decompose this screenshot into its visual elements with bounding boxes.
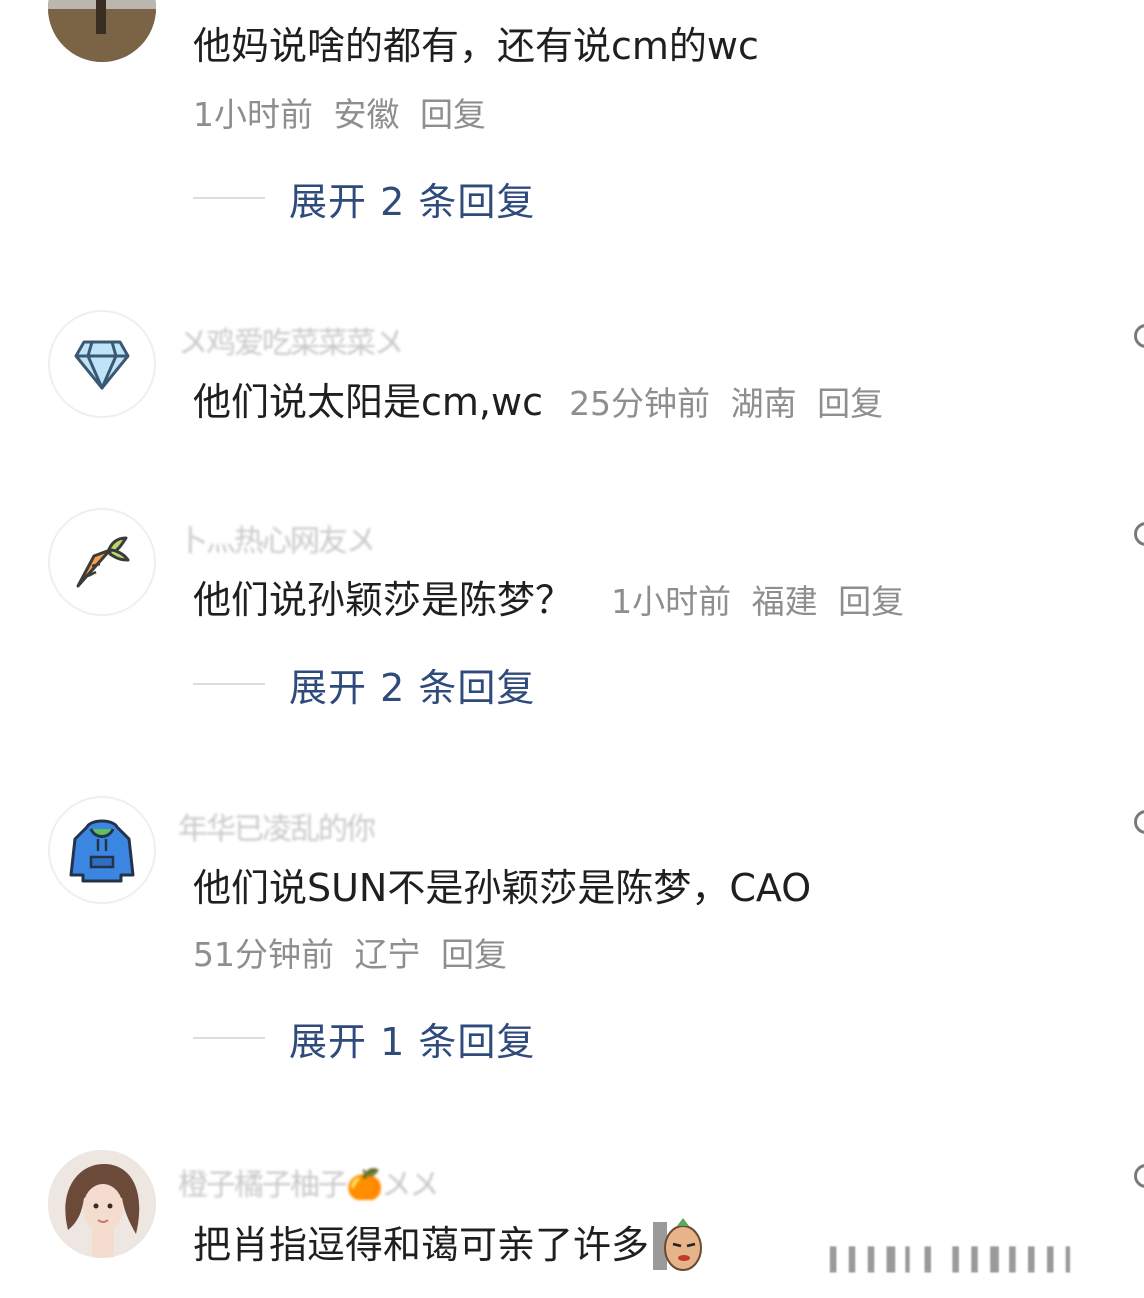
reply-button[interactable]: 回复 (441, 935, 507, 974)
comment-time: 1小时前 (611, 582, 732, 621)
comment-region: 湖南 (730, 384, 797, 423)
comment-time: 25分钟前 (569, 384, 711, 423)
comment-text-row: 他们说太阳是cm,wc 25分钟前 湖南 回复 (193, 378, 893, 428)
divider (193, 1037, 265, 1039)
potato-sticker-icon (653, 1218, 703, 1271)
comment-text-row: 他们说孙颖莎是陈梦？ 1小时前 福建 回复 (193, 576, 914, 626)
comment-meta: 25分钟前 湖南 回复 (569, 384, 893, 423)
like-icon[interactable] (1134, 522, 1144, 546)
comment-text: 他们说太阳是cm,wc (193, 380, 543, 424)
expand-replies[interactable]: 展开 2 条回复 (193, 660, 535, 710)
comment-region: 安徽 (333, 95, 400, 134)
like-icon[interactable] (1134, 810, 1144, 834)
expand-replies-label[interactable]: 展开 2 条回复 (289, 171, 535, 226)
comment-time: 1小时前 (193, 95, 313, 134)
comment-text-row: 把肖指逗得和蔼可亲了许多 (193, 1218, 705, 1272)
watermark: ▍▍▍▌▎▍ ▍▍▌▍▍▍▎ (830, 1248, 1085, 1273)
diamond-icon (74, 340, 130, 390)
divider (193, 683, 265, 685)
hoodie-icon (69, 819, 135, 883)
reply-button[interactable]: 回复 (420, 95, 486, 134)
username[interactable]: 橙子橘子柚子🍊〤〤 (178, 1160, 448, 1200)
username[interactable]: 年华已凌乱的你 (178, 804, 448, 844)
comment-text: 他们说孙颖莎是陈梦？ (193, 578, 574, 622)
expand-replies[interactable]: 展开 2 条回复 (193, 174, 535, 224)
avatar[interactable] (48, 796, 156, 904)
comment-time: 51分钟前 (193, 935, 334, 974)
girl-avatar (48, 1150, 156, 1258)
comment-text: 他们说SUN不是孙颖莎是陈梦，CAO (193, 866, 812, 910)
like-icon[interactable] (1134, 324, 1144, 348)
comment-text: 他妈说啥的都有，还有说cm的wc (193, 24, 759, 68)
expand-replies[interactable]: 展开 1 条回复 (193, 1014, 535, 1064)
reply-button[interactable]: 回复 (817, 384, 883, 423)
avatar[interactable] (48, 310, 156, 418)
like-icon[interactable] (1134, 1164, 1144, 1188)
expand-replies-label[interactable]: 展开 1 条回复 (289, 1011, 535, 1066)
comment-meta: 1小时前 福建 回复 (611, 582, 914, 621)
avatar[interactable] (48, 0, 156, 62)
comment-region: 福建 (751, 582, 818, 621)
comment-text: 把肖指逗得和蔼可亲了许多 (193, 1223, 650, 1267)
carrot-icon (76, 536, 130, 588)
expand-replies-label[interactable]: 展开 2 条回复 (289, 657, 535, 712)
avatar[interactable] (48, 1150, 156, 1258)
comment-region: 辽宁 (354, 935, 421, 974)
username[interactable]: 卜灬热心网友〤 (178, 516, 448, 556)
comment-meta: 51分钟前 辽宁 回复 (193, 934, 517, 976)
divider (193, 197, 265, 199)
landscape-photo-avatar (48, 0, 156, 62)
reply-button[interactable]: 回复 (838, 582, 904, 621)
avatar[interactable] (48, 508, 156, 616)
comment-meta: 1小时前 安徽 回复 (193, 94, 496, 136)
username[interactable]: 〤鸡爱吃菜菜菜〤 (178, 318, 448, 358)
